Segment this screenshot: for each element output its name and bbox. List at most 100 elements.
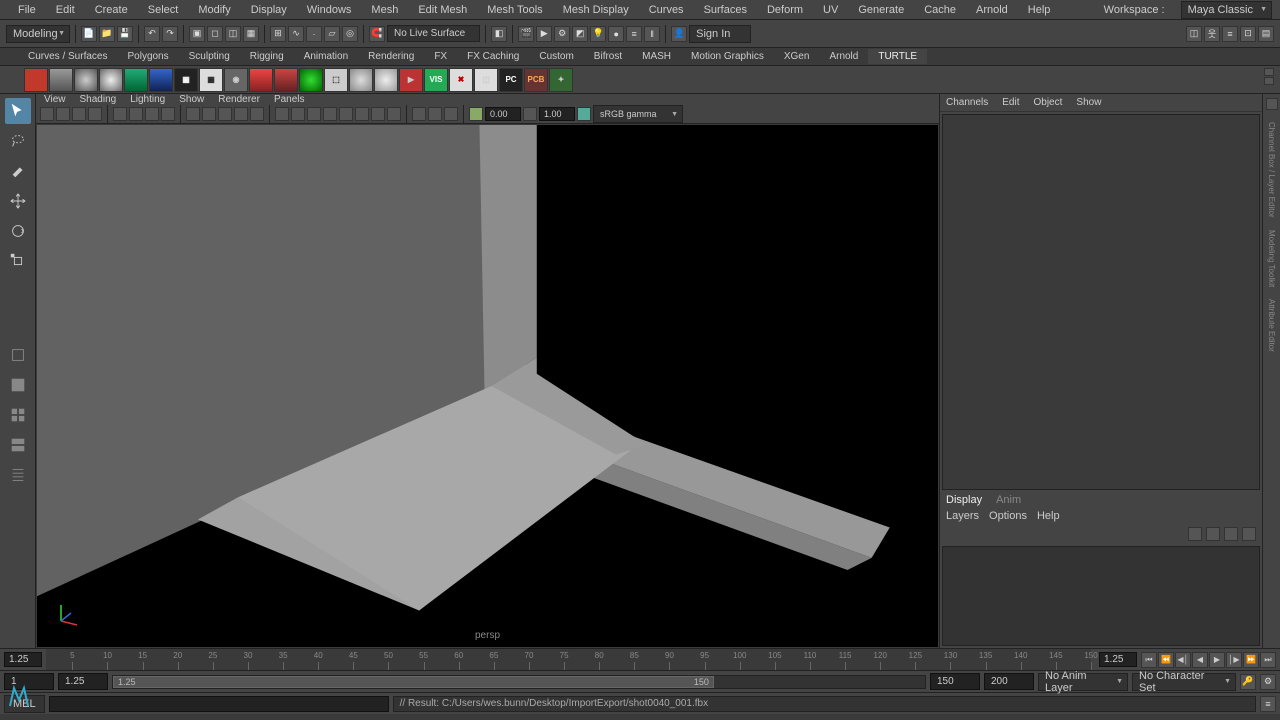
- select-camera-button[interactable]: [40, 107, 54, 121]
- shelf-btn-9[interactable]: ◉: [224, 68, 248, 92]
- shelf-btn-16[interactable]: ▶: [399, 68, 423, 92]
- viewport-3d[interactable]: persp: [37, 125, 938, 647]
- resolution-gate-button[interactable]: [145, 107, 159, 121]
- render-setup-button[interactable]: ≡: [626, 26, 642, 42]
- menu-arnold[interactable]: Arnold: [966, 2, 1018, 18]
- layer-menu-options[interactable]: Options: [989, 510, 1027, 522]
- shelf-btn-4[interactable]: [99, 68, 123, 92]
- menu-generate[interactable]: Generate: [848, 2, 914, 18]
- menu-editmesh[interactable]: Edit Mesh: [408, 2, 477, 18]
- playback-end-field[interactable]: 150: [930, 673, 980, 690]
- play-forward-button[interactable]: ▶: [1209, 652, 1225, 668]
- current-frame-field[interactable]: 1.25: [1099, 652, 1137, 667]
- expand2-button[interactable]: [444, 107, 458, 121]
- hypershade-button[interactable]: ●: [608, 26, 624, 42]
- menu-file[interactable]: File: [8, 2, 46, 18]
- workspace-dropdown[interactable]: Maya Classic: [1181, 1, 1272, 19]
- gamma-input[interactable]: 1.00: [539, 107, 575, 121]
- shelf-btn-10[interactable]: [249, 68, 273, 92]
- cmd-input[interactable]: [49, 696, 389, 712]
- shelf-btn-11[interactable]: [274, 68, 298, 92]
- colorspace-toggle[interactable]: [577, 107, 591, 121]
- modeling-toolkit-toggle[interactable]: ◫: [1186, 26, 1202, 42]
- isolate-button[interactable]: [275, 107, 289, 121]
- step-back-button[interactable]: ◀│: [1175, 652, 1191, 668]
- autokey-button[interactable]: 🔑: [1240, 674, 1256, 690]
- layer-list[interactable]: [942, 546, 1260, 646]
- channelbox-toggle[interactable]: ▤: [1258, 26, 1274, 42]
- chan-tab-object[interactable]: Object: [1034, 97, 1063, 108]
- menu-meshtools[interactable]: Mesh Tools: [477, 2, 552, 18]
- playback-start-field[interactable]: 1.25: [58, 673, 108, 690]
- anim-tab[interactable]: Anim: [996, 494, 1021, 506]
- shelf-tab-motiongraphics[interactable]: Motion Graphics: [681, 49, 774, 64]
- range-slider[interactable]: 1.25 150: [112, 675, 926, 689]
- signin-button[interactable]: Sign In: [689, 25, 751, 43]
- shelf-btn-1[interactable]: [24, 68, 48, 92]
- attribute-editor-toggle[interactable]: ≡: [1222, 26, 1238, 42]
- shelf-btn-vis[interactable]: VIS: [424, 68, 448, 92]
- camera-attr-button[interactable]: [56, 107, 70, 121]
- redo-button[interactable]: ↷: [162, 26, 178, 42]
- shelf-tab-arnold[interactable]: Arnold: [819, 49, 868, 64]
- panel-menu-show[interactable]: Show: [179, 94, 204, 105]
- shelf-btn-12[interactable]: [299, 68, 323, 92]
- shelf-tab-fx[interactable]: FX: [424, 49, 457, 64]
- dof-button[interactable]: [387, 107, 401, 121]
- step-forward-button[interactable]: │▶: [1226, 652, 1242, 668]
- menu-create[interactable]: Create: [85, 2, 138, 18]
- shelf-btn-7[interactable]: ▦: [174, 68, 198, 92]
- textured-button[interactable]: [218, 107, 232, 121]
- motion-blur-button[interactable]: [355, 107, 369, 121]
- playblast-button[interactable]: ‖: [644, 26, 660, 42]
- menu-display[interactable]: Display: [241, 2, 297, 18]
- shelf-tab-polygons[interactable]: Polygons: [117, 49, 178, 64]
- range-bar[interactable]: 1.25 150: [113, 676, 714, 688]
- make-live-button[interactable]: 🧲: [369, 26, 385, 42]
- two-pane-stack-button[interactable]: [5, 432, 31, 458]
- shelf-tab-sculpting[interactable]: Sculpting: [179, 49, 240, 64]
- shelf-btn-2[interactable]: [49, 68, 73, 92]
- shelf-btn-3[interactable]: [74, 68, 98, 92]
- layer-new-empty-button[interactable]: [1224, 527, 1238, 541]
- rotate-tool[interactable]: [5, 218, 31, 244]
- play-back-button[interactable]: ◀: [1192, 652, 1208, 668]
- layer-menu-help[interactable]: Help: [1037, 510, 1060, 522]
- anim-end-field[interactable]: 200: [984, 673, 1034, 690]
- grid-button[interactable]: [113, 107, 127, 121]
- shelf-btn-13[interactable]: ⬚: [324, 68, 348, 92]
- chan-tab-edit[interactable]: Edit: [1002, 97, 1019, 108]
- ipr-render-button[interactable]: ▶: [536, 26, 552, 42]
- scale-tool[interactable]: [5, 248, 31, 274]
- shelf-tab-turtle[interactable]: TURTLE: [868, 49, 927, 64]
- select-component-button[interactable]: ◫: [225, 26, 241, 42]
- shelf-scroll-down[interactable]: [1264, 77, 1274, 85]
- rail-attr-tab[interactable]: Attribute Editor: [1267, 299, 1276, 352]
- single-pane-button[interactable]: [5, 372, 31, 398]
- shelf-tab-rigging[interactable]: Rigging: [240, 49, 294, 64]
- script-editor-button[interactable]: ≡: [1260, 696, 1276, 712]
- rail-restore-button[interactable]: [1266, 98, 1278, 110]
- move-tool[interactable]: [5, 188, 31, 214]
- layer-new-selected-button[interactable]: [1242, 527, 1256, 541]
- shelf-scroll-up[interactable]: [1264, 68, 1274, 76]
- time-ruler[interactable]: 5101520253035404550556065707580859095100…: [46, 649, 1091, 670]
- bookmarks-button[interactable]: [72, 107, 86, 121]
- account-icon[interactable]: 👤: [671, 26, 687, 42]
- image-plane-button[interactable]: [88, 107, 102, 121]
- select-hierarchy-button[interactable]: ▣: [189, 26, 205, 42]
- shelf-tab-animation[interactable]: Animation: [294, 49, 358, 64]
- exposure-reset-button[interactable]: [469, 107, 483, 121]
- gamma-icon[interactable]: [523, 107, 537, 121]
- colorspace-dropdown[interactable]: sRGB gamma: [593, 105, 683, 123]
- snap-curve-button[interactable]: ∿: [288, 26, 304, 42]
- shelf-btn-pcb[interactable]: PCB: [524, 68, 548, 92]
- xray-button[interactable]: [291, 107, 305, 121]
- shelf-tab-custom[interactable]: Custom: [529, 49, 583, 64]
- select-mask-button[interactable]: ▦: [243, 26, 259, 42]
- save-scene-button[interactable]: 💾: [117, 26, 133, 42]
- outliner-button[interactable]: [5, 462, 31, 488]
- select-object-button[interactable]: ◻: [207, 26, 223, 42]
- time-slider[interactable]: 1.25 51015202530354045505560657075808590…: [0, 648, 1280, 670]
- shelf-tab-xgen[interactable]: XGen: [774, 49, 820, 64]
